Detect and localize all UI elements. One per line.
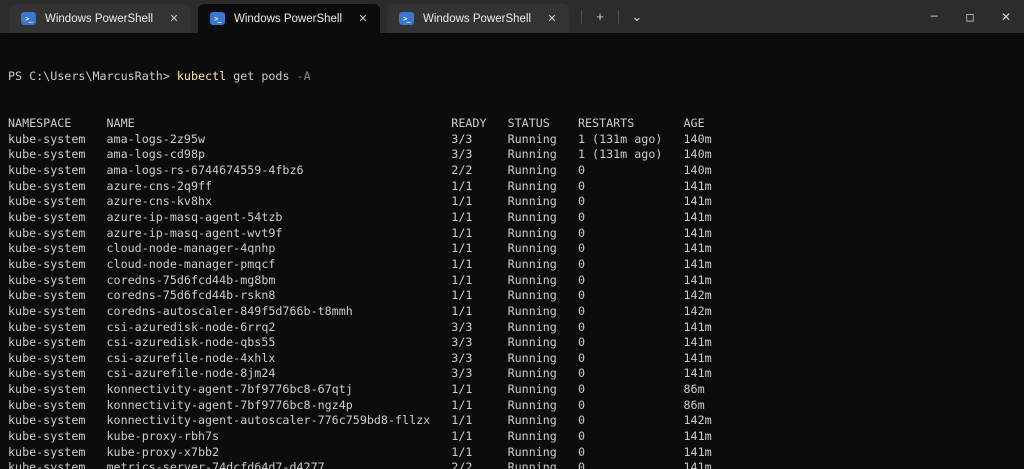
pod-row: kube-system ama-logs-2z95w 3/3 Running 1…: [8, 132, 1024, 148]
tab-windows-powershell-2-active[interactable]: >_ Windows PowerShell ✕: [198, 4, 380, 33]
terminal-window: >_ Windows PowerShell ✕ >_ Windows Power…: [0, 0, 1024, 469]
terminal-output-area[interactable]: PS C:\Users\MarcusRath> kubectl get pods…: [0, 33, 1024, 469]
tab-title: Windows PowerShell: [234, 13, 343, 25]
tab-windows-powershell-3[interactable]: >_ Windows PowerShell ✕: [387, 4, 569, 33]
command-parameter: -A: [297, 69, 311, 83]
tab-title: Windows PowerShell: [45, 13, 154, 25]
command-line: PS C:\Users\MarcusRath> kubectl get pods…: [8, 69, 1024, 85]
prompt-text: PS C:\Users\MarcusRath>: [8, 69, 177, 83]
close-button[interactable]: ✕: [988, 0, 1024, 33]
pod-row: kube-system coredns-75d6fcd44b-rskn8 1/1…: [8, 288, 1024, 304]
window-controls: ─ □ ✕: [916, 0, 1024, 33]
pod-row: kube-system azure-cns-kv8hx 1/1 Running …: [8, 194, 1024, 210]
tab-bar: >_ Windows PowerShell ✕ >_ Windows Power…: [0, 0, 1024, 33]
tab-dropdown-button[interactable]: ⌄: [624, 5, 650, 29]
tabbar-divider: [581, 10, 582, 24]
table-header-row: NAMESPACE NAME READY STATUS RESTARTS AGE: [8, 116, 1024, 132]
tab-windows-powershell-1[interactable]: >_ Windows PowerShell ✕: [9, 4, 191, 33]
pod-row: kube-system csi-azuredisk-node-6rrq2 3/3…: [8, 320, 1024, 336]
pod-row: kube-system konnectivity-agent-7bf9776bc…: [8, 382, 1024, 398]
tab-title: Windows PowerShell: [423, 13, 532, 25]
pod-row: kube-system coredns-autoscaler-849f5d766…: [8, 304, 1024, 320]
tabbar-divider: [618, 10, 619, 24]
command-text: kubectl: [177, 69, 226, 83]
pod-row: kube-system kube-proxy-rbh7s 1/1 Running…: [8, 429, 1024, 445]
minimize-icon: ─: [931, 10, 938, 23]
chevron-down-icon: ⌄: [632, 9, 643, 25]
pod-row: kube-system azure-ip-masq-agent-54tzb 1/…: [8, 210, 1024, 226]
tab-close-icon[interactable]: ✕: [541, 8, 563, 30]
powershell-icon: >_: [399, 12, 414, 25]
pod-row: kube-system azure-ip-masq-agent-wvt9f 1/…: [8, 226, 1024, 242]
titlebar-drag-region: [650, 0, 916, 33]
maximize-icon: □: [966, 10, 973, 24]
pod-row: kube-system ama-logs-rs-6744674559-4fbz6…: [8, 163, 1024, 179]
close-icon: ✕: [1001, 10, 1011, 24]
pod-row: kube-system csi-azuredisk-node-qbs55 3/3…: [8, 335, 1024, 351]
pod-row: kube-system csi-azurefile-node-4xhlx 3/3…: [8, 351, 1024, 367]
pod-row: kube-system coredns-75d6fcd44b-mg8bm 1/1…: [8, 273, 1024, 289]
pod-row: kube-system kube-proxy-x7bb2 1/1 Running…: [8, 445, 1024, 461]
tab-close-icon[interactable]: ✕: [163, 8, 185, 30]
pod-row: kube-system ama-logs-cd98p 3/3 Running 1…: [8, 147, 1024, 163]
powershell-icon: >_: [21, 12, 36, 25]
powershell-icon: >_: [210, 12, 225, 25]
pod-row: kube-system konnectivity-agent-autoscale…: [8, 413, 1024, 429]
new-tab-button[interactable]: +: [587, 5, 613, 29]
command-args: get pods: [226, 69, 296, 83]
tab-close-icon[interactable]: ✕: [352, 8, 374, 30]
pod-row: kube-system metrics-server-74dcfd64d7-d4…: [8, 460, 1024, 469]
minimize-button[interactable]: ─: [916, 0, 952, 33]
plus-icon: +: [596, 9, 604, 24]
pod-table: NAMESPACE NAME READY STATUS RESTARTS AGE…: [8, 116, 1024, 469]
maximize-button[interactable]: □: [952, 0, 988, 33]
pod-row: kube-system konnectivity-agent-7bf9776bc…: [8, 398, 1024, 414]
pod-row: kube-system cloud-node-manager-pmqcf 1/1…: [8, 257, 1024, 273]
pod-row: kube-system cloud-node-manager-4qnhp 1/1…: [8, 241, 1024, 257]
pod-row: kube-system csi-azurefile-node-8jm24 3/3…: [8, 366, 1024, 382]
pod-row: kube-system azure-cns-2q9ff 1/1 Running …: [8, 179, 1024, 195]
